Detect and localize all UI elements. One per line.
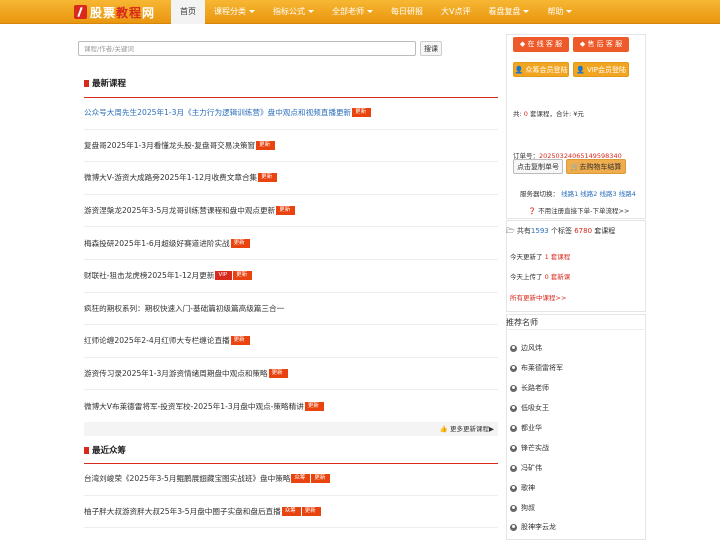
user-icon	[510, 344, 517, 352]
server-link[interactable]: 线路3	[600, 190, 617, 198]
crowdfunding-badge: 众筹	[291, 474, 311, 484]
course-item[interactable]: 梅森投研2025年1-6月超级好赛道进阶实战 更新	[84, 227, 498, 260]
course-item[interactable]: 财联社-狙击龙虎榜2025年1-12月更新 VIP 更新	[84, 260, 498, 293]
update-badge: 更新	[233, 271, 253, 281]
course-item[interactable]: 疯狂的期权系列：期权快速入门-基础篇初级篇高级篇三合一	[84, 293, 498, 326]
latest-courses-title: 最新课程	[84, 77, 126, 89]
search-button[interactable]: 搜课	[420, 41, 442, 56]
teacher-item[interactable]: 布莱德雷将军	[510, 363, 563, 373]
course-item[interactable]: 复盘哥2025年1-3月看懂龙头股-复盘哥交易决策窗 更新	[84, 130, 498, 163]
after-sales-button[interactable]: ◆ 售 后 客 服	[573, 37, 629, 52]
user-icon	[510, 504, 517, 512]
chevron-down-icon	[523, 10, 530, 13]
online-service-button[interactable]: ◆ 在 线 客 服	[513, 37, 569, 52]
server-link[interactable]: 线路4	[619, 190, 636, 198]
update-badge: 更新	[311, 474, 331, 484]
teacher-item[interactable]: 低吸女王	[510, 403, 549, 413]
user-icon	[510, 384, 517, 392]
crowdfunding-list: 台湾刘峻荣《2025年3-5月鲲鹏展翅藏宝图实战班》盘中策略 众筹 更新 柚子胖大叔…	[84, 463, 498, 529]
today-updated: 今天更新了 1 套课程	[510, 253, 571, 261]
crowdfunding-title: 最近众筹	[84, 444, 126, 456]
user-icon	[510, 404, 517, 412]
user-icon	[510, 464, 517, 472]
user-icon: 👤	[514, 66, 524, 74]
latest-course-list: 公众号大周先生2025年1-3月《主力行为逻辑训练营》盘中观点和视频直播更新 更新…	[84, 97, 498, 423]
crowdfunding-item[interactable]: 台湾刘峻荣《2025年3-5月鲲鹏展翅藏宝图实战班》盘中策略 众筹 更新	[84, 463, 498, 496]
teacher-item[interactable]: 边风炜	[510, 343, 542, 353]
update-badge: 更新	[276, 206, 296, 216]
update-badge: 更新	[258, 173, 278, 183]
today-new: 今天上传了 0 套新课	[510, 273, 571, 281]
nav-item-course-categories[interactable]: 课程分类	[205, 0, 264, 24]
nav-item-daily-reports[interactable]: 每日研报	[382, 0, 432, 24]
server-switch: 服务器切换： 线路1 线路2 线路3 线路4	[520, 190, 636, 198]
user-icon: 👤	[575, 66, 585, 74]
all-updates-link[interactable]: 所有更新中课程>>	[510, 292, 566, 302]
update-badge: 更新	[256, 140, 276, 150]
update-badge: 更新	[301, 506, 321, 516]
site-logo[interactable]: 股票教程网	[74, 3, 155, 21]
chevron-down-icon	[566, 10, 573, 13]
user-icon	[510, 523, 517, 531]
course-item[interactable]: 游资传习录2025年1-3月游资情绪周期盘中观点和策略 更新	[84, 358, 498, 391]
crowdfunding-badge: 众筹	[281, 506, 301, 516]
nav-item-big-v-comments[interactable]: 大V点评	[432, 0, 479, 24]
user-icon	[510, 484, 517, 492]
server-link[interactable]: 线路1	[561, 190, 578, 198]
teacher-item[interactable]: 长路老师	[510, 383, 549, 393]
vip-login-button[interactable]: 👤 VIP会员登陆	[573, 62, 629, 77]
logo-text: 股票教程网	[90, 5, 156, 20]
vip-badge: VIP	[215, 271, 233, 281]
chevron-down-icon	[367, 10, 373, 13]
nav-item-market-review[interactable]: 看盘复盘	[479, 0, 538, 24]
recommended-teachers-title: 推荐名师	[506, 318, 538, 327]
nav-item-home[interactable]: 首页	[171, 0, 205, 24]
teacher-item[interactable]: 锋芒实战	[510, 443, 549, 453]
checkout-button[interactable]: 🛒去购物车结算	[566, 159, 626, 174]
course-item[interactable]: 红师论缠2025年2-4月红师大专栏缠论直播 更新	[84, 325, 498, 358]
logo-icon	[74, 5, 87, 19]
crowdfunding-item[interactable]: 柚子胖大叔游资胖大叔25年3-5月盘中圈子实盘和盘后直播 众筹 更新	[84, 496, 498, 529]
site-stats: 🗁 共有1593 个标签 6780 套课程	[506, 227, 616, 235]
user-icon	[510, 424, 517, 432]
user-icon	[510, 444, 517, 452]
divider	[506, 329, 646, 330]
chevron-down-icon	[249, 10, 255, 13]
course-item[interactable]: 公众号大周先生2025年1-3月《主力行为逻辑训练营》盘中观点和视频直播更新 更新	[84, 97, 498, 130]
top-navbar: 股票教程网 首页 课程分类 指标公式 全部老师 每日研报 大V点评 看盘复盘 帮…	[0, 0, 720, 24]
update-badge: 更新	[230, 238, 250, 248]
update-badge: 更新	[304, 401, 324, 411]
server-link[interactable]: 线路2	[580, 190, 597, 198]
update-badge: 更新	[230, 336, 250, 346]
crowdfunding-login-button[interactable]: 👤 众筹会员登陆	[513, 62, 569, 77]
update-badge: 更新	[352, 108, 372, 118]
course-item[interactable]: 微博大V-游资大成路旁2025年1-12月收费文章合集 更新	[84, 162, 498, 195]
folder-icon: 🗁	[506, 227, 515, 235]
update-badge: 更新	[268, 369, 288, 379]
search-input[interactable]	[78, 41, 416, 56]
cart-summary: 共: 0 套课程，合计: ¥元	[513, 110, 584, 118]
nav-item-all-teachers[interactable]: 全部老师	[323, 0, 382, 24]
course-item[interactable]: 游资涅槃龙2025年3-5月龙哥训练营课程和盘中观点更新 更新	[84, 195, 498, 228]
course-item[interactable]: 微博大V布莱德雷将军-投资军校-2025年1-3月盘中观点-策略精讲 更新	[84, 390, 498, 423]
more-updates-link[interactable]: 👍 更多更新课程▶	[84, 422, 498, 436]
teacher-item[interactable]: 冯矿伟	[510, 463, 542, 473]
no-register-order-link[interactable]: ❓ 不用注册直接下单-下单流程>>	[528, 205, 629, 215]
nav-item-indicator-formulas[interactable]: 指标公式	[264, 0, 323, 24]
teacher-item[interactable]: 股神李云龙	[510, 522, 556, 532]
chevron-down-icon	[308, 10, 314, 13]
teacher-item[interactable]: 都业华	[510, 423, 542, 433]
teacher-item[interactable]: 歌神	[510, 483, 535, 493]
thumbs-up-icon: 👍	[439, 425, 448, 433]
user-icon	[510, 364, 517, 372]
nav-item-help[interactable]: 帮助	[538, 0, 581, 24]
teacher-item[interactable]: 狗叔	[510, 503, 535, 513]
main-nav: 首页 课程分类 指标公式 全部老师 每日研报 大V点评 看盘复盘 帮助	[171, 0, 581, 24]
copy-order-button[interactable]: 点击复制单号	[513, 159, 563, 174]
